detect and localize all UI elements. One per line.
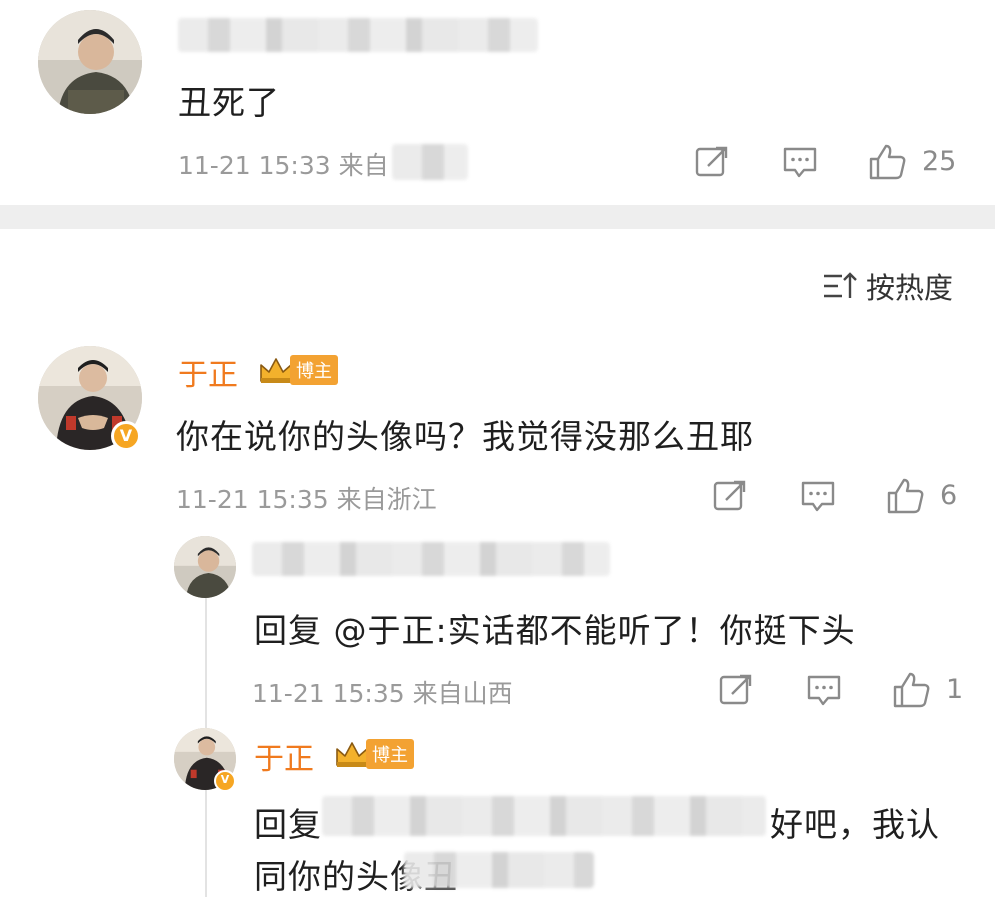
reply-text-prefix: 回复 [254, 805, 322, 844]
share-icon[interactable] [718, 672, 754, 708]
comment-text: 你在说你的头像吗？我觉得没那么丑耶 [176, 417, 754, 456]
share-icon[interactable] [694, 144, 730, 180]
username-blurred[interactable] [178, 18, 538, 52]
avatar[interactable] [38, 10, 142, 114]
comment-icon[interactable] [800, 478, 836, 514]
crown-icon [260, 358, 292, 383]
thumbs-up-icon[interactable] [886, 476, 926, 516]
author-name[interactable]: 于正 [254, 734, 314, 778]
comment-meta: 11-21 15:33 来自 [178, 151, 389, 180]
thumbs-up-icon[interactable] [868, 142, 908, 182]
comment-icon[interactable] [806, 672, 842, 708]
verified-icon: V [111, 421, 141, 451]
like-count: 1 [946, 674, 964, 705]
blogger-badge: 博主 [258, 353, 338, 387]
blogger-badge: 博主 [334, 737, 414, 771]
username-blurred[interactable] [252, 542, 610, 576]
badge-label: 博主 [290, 355, 338, 385]
thumbs-up-icon[interactable] [892, 670, 932, 710]
location-blurred [392, 144, 468, 180]
mention-blurred [322, 796, 766, 836]
author-name[interactable]: 于正 [178, 350, 238, 394]
avatar-image [174, 536, 236, 598]
avatar[interactable] [174, 536, 236, 598]
like-count: 6 [940, 480, 958, 511]
sort-control[interactable]: 按热度 [822, 266, 953, 306]
section-divider [0, 205, 995, 229]
like-count: 25 [922, 146, 957, 177]
share-icon[interactable] [712, 478, 748, 514]
comment-icon[interactable] [782, 144, 818, 180]
reply-text: 回复 @于正:实话都不能听了！你挺下头 [254, 611, 856, 650]
comment-text: 丑死了 [178, 83, 280, 122]
sort-icon [824, 272, 857, 298]
verified-icon: V [214, 770, 236, 792]
badge-label: 博主 [366, 739, 414, 769]
reply-meta: 11-21 15:35 来自山西 [252, 679, 513, 708]
crown-icon [336, 742, 368, 767]
reply-text-suffix: 好吧，我认 [770, 805, 940, 844]
comment-meta: 11-21 15:35 来自浙江 [176, 485, 437, 514]
sort-label: 按热度 [866, 271, 954, 305]
text-blurred [404, 852, 594, 888]
avatar-image [38, 10, 142, 114]
